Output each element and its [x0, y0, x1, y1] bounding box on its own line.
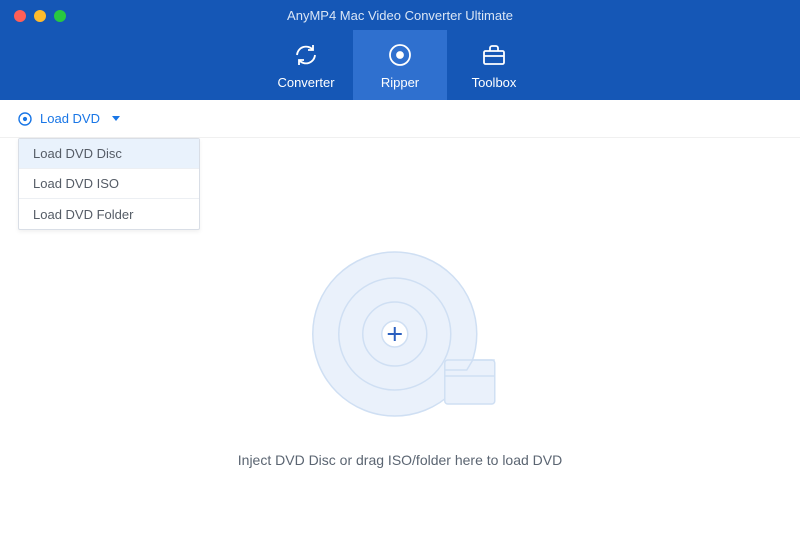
- dropzone[interactable]: Inject DVD Disc or drag ISO/folder here …: [238, 244, 562, 468]
- chevron-down-icon: [112, 116, 120, 121]
- window-controls: [14, 10, 66, 22]
- app-header: AnyMP4 Mac Video Converter Ultimate Conv…: [0, 0, 800, 100]
- dropzone-prompt: Inject DVD Disc or drag ISO/folder here …: [238, 452, 562, 468]
- dropdown-item-load-dvd-disc[interactable]: Load DVD Disc: [19, 139, 199, 169]
- disc-icon: [18, 112, 32, 126]
- zoom-window-button[interactable]: [54, 10, 66, 22]
- close-window-button[interactable]: [14, 10, 26, 22]
- load-dvd-dropdown: Load DVD Disc Load DVD ISO Load DVD Fold…: [18, 138, 200, 230]
- load-dvd-button[interactable]: Load DVD: [18, 111, 120, 126]
- ripper-icon: [386, 41, 414, 69]
- app-title: AnyMP4 Mac Video Converter Ultimate: [287, 8, 513, 23]
- tab-converter[interactable]: Converter: [259, 30, 353, 100]
- tab-toolbox[interactable]: Toolbox: [447, 30, 541, 100]
- tab-ripper[interactable]: Ripper: [353, 30, 447, 100]
- dropdown-item-load-dvd-folder[interactable]: Load DVD Folder: [19, 199, 199, 229]
- disc-plus-icon: [295, 244, 505, 424]
- load-dvd-label: Load DVD: [40, 111, 100, 126]
- tab-converter-label: Converter: [277, 75, 334, 90]
- dropdown-item-load-dvd-iso[interactable]: Load DVD ISO: [19, 169, 199, 199]
- tab-ripper-label: Ripper: [381, 75, 419, 90]
- toolbar: Load DVD: [0, 100, 800, 138]
- minimize-window-button[interactable]: [34, 10, 46, 22]
- toolbox-icon: [480, 41, 508, 69]
- tab-toolbox-label: Toolbox: [472, 75, 517, 90]
- main-tabs: Converter Ripper Toolbox: [259, 30, 541, 100]
- converter-icon: [292, 41, 320, 69]
